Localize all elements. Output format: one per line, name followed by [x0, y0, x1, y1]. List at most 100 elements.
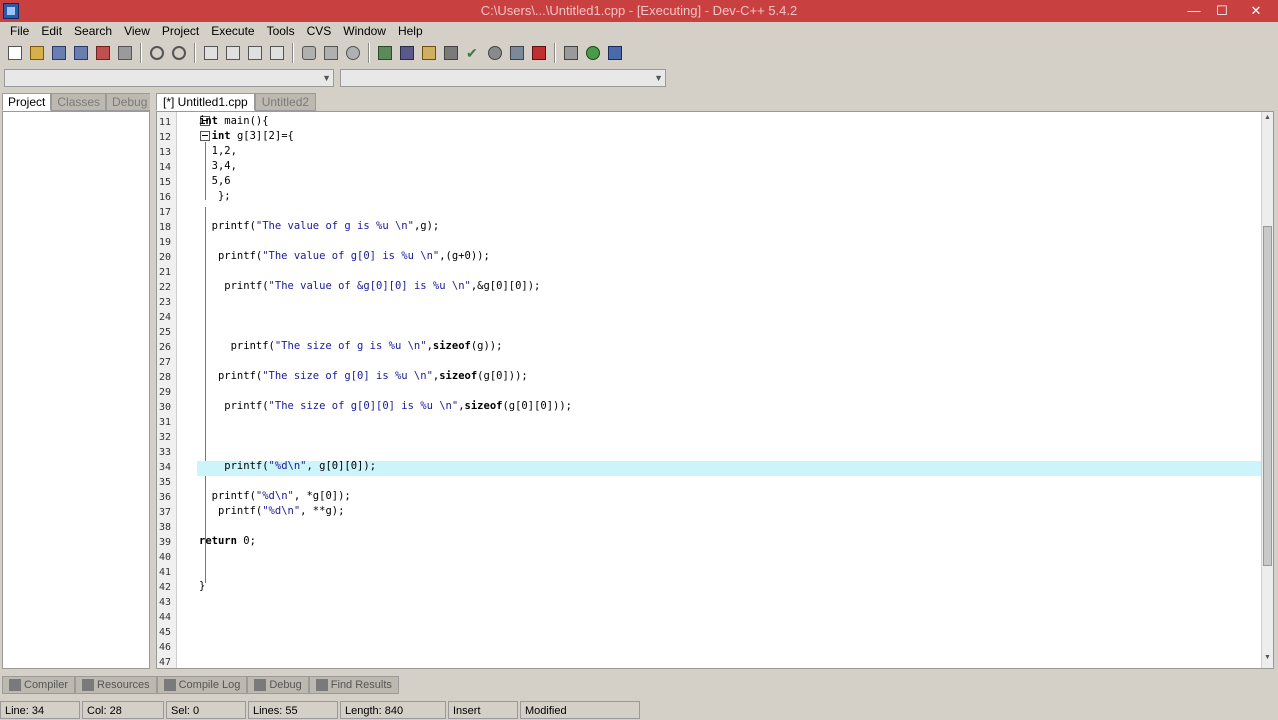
fold-margin: [178, 112, 210, 668]
debug-icon[interactable]: [485, 43, 505, 63]
open-file-icon[interactable]: [27, 43, 47, 63]
scrollbar-thumb[interactable]: [1263, 226, 1272, 566]
new-project-icon[interactable]: [299, 43, 319, 63]
editor-scrollbar[interactable]: ▲ ▼: [1261, 112, 1273, 668]
code-line[interactable]: printf("The value of g[0] is %u \n",(g+0…: [199, 249, 490, 264]
tab-untitled1[interactable]: [*] Untitled1.cpp: [156, 93, 255, 111]
tab-label: Compile Log: [178, 678, 241, 691]
menu-tools[interactable]: Tools: [261, 24, 301, 38]
line-number: 16: [159, 192, 172, 203]
menu-view[interactable]: View: [118, 24, 156, 38]
add-to-project-icon[interactable]: [321, 43, 341, 63]
run-icon[interactable]: [397, 43, 417, 63]
menu-window[interactable]: Window: [337, 24, 392, 38]
tab-compiler[interactable]: Compiler: [2, 676, 76, 694]
replace-icon[interactable]: [223, 43, 243, 63]
tab-classes[interactable]: Classes: [51, 93, 107, 111]
close-file-icon[interactable]: [93, 43, 113, 63]
tab-untitled2[interactable]: Untitled2: [254, 93, 317, 111]
compile-run-icon[interactable]: [419, 43, 439, 63]
tab-find-results[interactable]: Find Results: [308, 676, 399, 694]
scroll-down-icon[interactable]: ▼: [1262, 654, 1273, 666]
tab-project[interactable]: Project: [2, 93, 52, 111]
code-line[interactable]: printf("The size of g is %u \n",sizeof(g…: [199, 339, 503, 354]
compile-icon[interactable]: [375, 43, 395, 63]
toolbar-separator: [368, 43, 370, 63]
goto-line-icon[interactable]: [267, 43, 287, 63]
compiler-options-icon[interactable]: [583, 43, 603, 63]
remove-from-project-icon[interactable]: [343, 43, 363, 63]
save-icon[interactable]: [49, 43, 69, 63]
menu-execute[interactable]: Execute: [205, 24, 260, 38]
chevron-down-icon: ▼: [322, 73, 331, 83]
line-number: 18: [159, 222, 172, 233]
check-syntax-icon[interactable]: ✔: [463, 43, 483, 63]
profile-icon[interactable]: [507, 43, 527, 63]
toolbar-separator: [554, 43, 556, 63]
code-line[interactable]: int g[3][2]={: [199, 129, 294, 144]
menu-file[interactable]: File: [4, 24, 35, 38]
print-icon[interactable]: [115, 43, 135, 63]
code-line[interactable]: printf("%d\n", g[0][0]);: [199, 459, 376, 474]
line-number: 33: [159, 447, 172, 458]
line-number: 23: [159, 297, 172, 308]
tab-compile-log[interactable]: Compile Log: [156, 676, 248, 694]
member-selector[interactable]: ▼: [340, 69, 666, 87]
menu-cvs[interactable]: CVS: [301, 24, 338, 38]
code-editor[interactable]: 11 12 13 14 15 16 17 18 19 20 21 22 23 24 25 26 27 28 29 30…: [156, 111, 1274, 669]
status-bar: Line: 34 Col: 28 Sel: 0 Lines: 55 Length…: [0, 700, 1278, 720]
line-number: 31: [159, 417, 172, 428]
find-next-icon[interactable]: [245, 43, 265, 63]
code-line[interactable]: printf("%d\n", *g[0]);: [199, 489, 351, 504]
redo-icon[interactable]: [169, 43, 189, 63]
line-number: 38: [159, 522, 172, 533]
line-number: 32: [159, 432, 172, 443]
code-line[interactable]: return 0;: [199, 534, 256, 549]
code-line[interactable]: printf("The size of g[0][0] is %u \n",si…: [199, 399, 572, 414]
find-icon[interactable]: [201, 43, 221, 63]
line-number: 24: [159, 312, 172, 323]
new-file-icon[interactable]: [5, 43, 25, 63]
panel-splitter[interactable]: [150, 93, 155, 669]
code-line[interactable]: int main(){: [199, 114, 269, 129]
code-line[interactable]: }: [199, 579, 205, 594]
save-all-icon[interactable]: [71, 43, 91, 63]
menu-edit[interactable]: Edit: [35, 24, 68, 38]
minimize-button[interactable]: —: [1180, 1, 1208, 20]
class-selector[interactable]: ▼: [4, 69, 334, 87]
close-button[interactable]: ✕: [1242, 1, 1270, 20]
code-line[interactable]: 5,6: [199, 174, 231, 189]
code-line[interactable]: printf("The value of &g[0][0] is %u \n",…: [199, 279, 540, 294]
output-tabs: Compiler Resources Compile Log Debug Fin…: [2, 676, 399, 694]
line-number: 11: [159, 117, 172, 128]
tab-debug[interactable]: Debug: [106, 93, 154, 111]
code-line[interactable]: printf("The size of g[0] is %u \n",sizeo…: [199, 369, 528, 384]
menu-help[interactable]: Help: [392, 24, 429, 38]
line-number: 46: [159, 642, 172, 653]
debug-icon: [254, 679, 267, 691]
stop-execution-icon[interactable]: [529, 43, 549, 63]
menu-search[interactable]: Search: [68, 24, 118, 38]
menu-project[interactable]: Project: [156, 24, 205, 38]
project-browser[interactable]: [2, 111, 150, 669]
code-line[interactable]: printf("%d\n", **g);: [199, 504, 344, 519]
status-modified: Modified: [520, 701, 640, 719]
toolbar-separator: [140, 43, 142, 63]
compiler-icon: [9, 679, 21, 691]
code-line[interactable]: };: [199, 189, 231, 204]
code-line[interactable]: printf("The value of g is %u \n",g);: [199, 219, 440, 234]
code-line[interactable]: 3,4,: [199, 159, 237, 174]
maximize-button[interactable]: ☐: [1208, 1, 1236, 20]
line-number: 42: [159, 582, 172, 593]
tab-debug-output[interactable]: Debug: [247, 676, 309, 694]
line-number: 39: [159, 537, 172, 548]
scroll-up-icon[interactable]: ▲: [1262, 114, 1273, 126]
toolbar-separator: [292, 43, 294, 63]
rebuild-all-icon[interactable]: [441, 43, 461, 63]
line-number: 28: [159, 372, 172, 383]
code-line[interactable]: 1,2,: [199, 144, 237, 159]
undo-icon[interactable]: [147, 43, 167, 63]
tab-resources[interactable]: Resources: [75, 676, 157, 694]
project-options-icon[interactable]: [561, 43, 581, 63]
help-icon[interactable]: [605, 43, 625, 63]
